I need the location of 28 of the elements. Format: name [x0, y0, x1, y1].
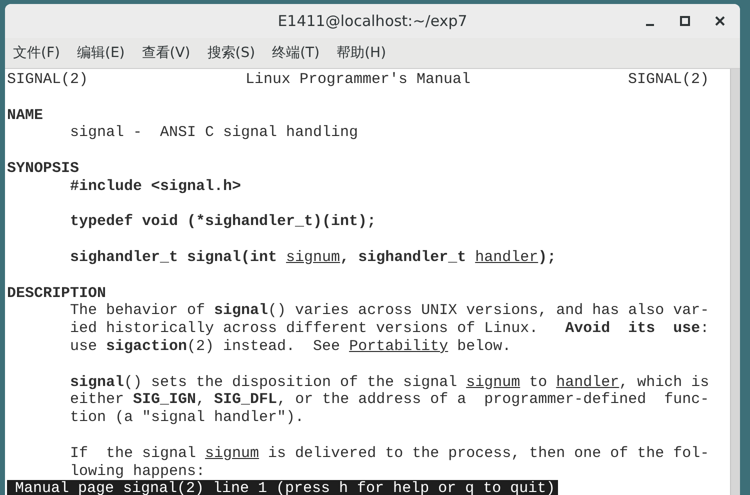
terminal-line: If the signal signum is delivered to the process, then one of the fol- [70, 444, 710, 462]
menu-item[interactable]: 帮助(H) [336, 44, 386, 62]
scrollbar[interactable] [730, 69, 740, 495]
terminal-line: tion (a "signal handler"). [70, 409, 304, 426]
section-heading: SYNOPSIS [7, 160, 80, 177]
menu-item[interactable]: 文件(F) [13, 44, 60, 62]
terminal-line: signal() sets the disposition of the signal signum to handler, which is [70, 374, 710, 391]
terminal-line: #include <signal.h> [70, 178, 242, 195]
menu-item[interactable]: 终端(T) [272, 44, 320, 62]
man-page-name: SIGNAL(2) [628, 71, 709, 89]
section-heading: NAME [7, 106, 44, 124]
menu-item[interactable]: 编辑(E) [76, 44, 125, 62]
close-icon[interactable] [714, 15, 726, 27]
manual-title: Linux Programmer's Manual [245, 71, 471, 89]
terminal-line: lowing happens: [70, 462, 206, 480]
terminal-line: either SIG_IGN, SIG_DFL, or the address of a programmer-defined func- [70, 391, 710, 408]
menu-item[interactable]: 搜索(S) [207, 44, 256, 62]
maximize-icon[interactable] [679, 15, 691, 27]
terminal-line: signal - ANSI C signal handling [70, 124, 358, 142]
terminal-line: typedef void (*sighandler_t)(int); [70, 213, 376, 230]
section-heading: DESCRIPTION [7, 284, 106, 302]
menu-item[interactable]: 查看(V) [142, 44, 190, 62]
window-title: E1411@localhost:~/exp7 [278, 12, 468, 30]
terminal-line: ied historically across different versions of Linux. Avoid its use: [70, 320, 710, 338]
terminal-line: sighandler_t signal(int signum, sighandler_t handler); [70, 248, 556, 266]
terminal-line: use sigaction(2) instead. See Portability below. [70, 338, 512, 355]
terminal-line: The behavior of signal() varies across UNIX versions, and has also var- [70, 302, 710, 320]
man-page-name: SIGNAL(2) [7, 71, 88, 89]
